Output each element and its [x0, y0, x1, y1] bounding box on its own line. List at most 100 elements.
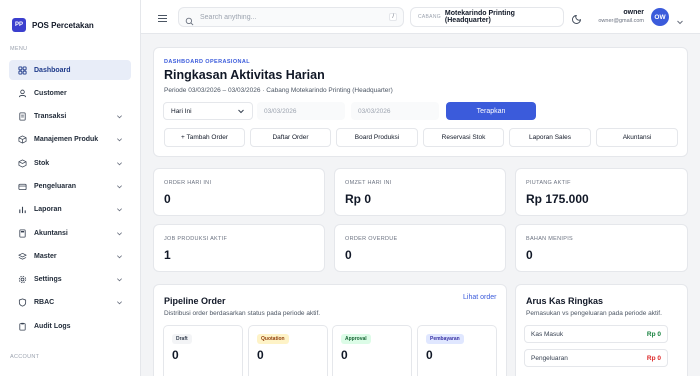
receipt-icon: [17, 112, 27, 122]
menu-section-label: MENU: [10, 46, 28, 52]
brand[interactable]: PP POS Percetakan: [0, 0, 140, 36]
stock-reservation-button[interactable]: Reservasi Stok: [423, 128, 504, 147]
range-select-value: Hari Ini: [171, 107, 192, 115]
production-board-button[interactable]: Board Produksi: [336, 128, 418, 147]
chevron-down-icon: [115, 252, 123, 260]
sidebar-item-label: Dashboard: [34, 66, 71, 74]
stat-value: 0: [164, 192, 171, 206]
order-list-button[interactable]: Daftar Order: [250, 128, 331, 147]
user-info[interactable]: owner owner@gmail.com: [598, 9, 644, 24]
chevron-down-icon: [115, 276, 123, 284]
brand-name: POS Percetakan: [32, 20, 94, 30]
pipeline-status-draft[interactable]: Draft 0: [163, 325, 243, 376]
cash-row-label: Kas Masuk: [531, 330, 564, 338]
sidebar-item-rbac[interactable]: RBAC: [9, 293, 131, 313]
status-count: 0: [257, 348, 264, 362]
user-icon: [17, 88, 27, 98]
sidebar-item-label: Stok: [34, 159, 50, 167]
sidebar-nav: Dashboard Customer Transaksi Manajemen P…: [0, 60, 140, 336]
sidebar-item-audit-logs[interactable]: Audit Logs: [9, 316, 131, 336]
pipeline-status-payment[interactable]: Pembayaran 0: [417, 325, 497, 376]
chevron-down-icon[interactable]: [676, 13, 684, 25]
sidebar-item-label: Settings: [34, 276, 62, 284]
sidebar-item-label: Master: [34, 252, 57, 260]
search-input[interactable]: [200, 13, 390, 21]
sidebar-item-customer[interactable]: Customer: [9, 83, 131, 103]
stat-label: ORDER HARI INI: [164, 180, 212, 186]
wallet-icon: [17, 181, 27, 191]
view-orders-link[interactable]: Lihat order: [463, 294, 496, 301]
search-shortcut-hint: /: [389, 13, 397, 21]
stat-value: 1: [164, 248, 171, 262]
grid-icon: [17, 65, 27, 75]
stat-label: BAHAN MENIPIS: [526, 236, 573, 242]
user-email: owner@gmail.com: [598, 18, 644, 24]
sidebar-item-label: Audit Logs: [34, 322, 71, 330]
stat-card-overdue-orders: ORDER OVERDUE 0: [334, 224, 506, 272]
stat-label: ORDER OVERDUE: [345, 236, 398, 242]
stat-label: OMZET HARI INI: [345, 180, 392, 186]
menu-toggle-icon[interactable]: [157, 11, 168, 22]
cash-row-label: Pengeluaran: [531, 354, 568, 362]
calculator-icon: [17, 228, 27, 238]
sidebar-item-pengeluaran[interactable]: Pengeluaran: [9, 176, 131, 196]
sales-report-button[interactable]: Laporan Sales: [509, 128, 591, 147]
stat-card-receivables: PIUTANG AKTIF Rp 175.000: [515, 168, 688, 216]
status-badge: Approval: [341, 334, 371, 344]
account-section-label: ACCOUNT: [10, 354, 40, 360]
sidebar-item-master[interactable]: Master: [9, 246, 131, 266]
status-badge: Pembayaran: [426, 334, 464, 344]
stat-value: Rp 175.000: [526, 192, 589, 206]
cash-row-value: Rp 0: [646, 330, 661, 338]
branch-selector[interactable]: CABANG Motekarindo Printing (Headquarter…: [410, 7, 564, 27]
date-to-input[interactable]: 03/03/2026: [351, 102, 439, 120]
user-name: owner: [623, 9, 644, 16]
status-count: 0: [426, 348, 433, 362]
sidebar-item-settings[interactable]: Settings: [9, 270, 131, 290]
sidebar-item-label: Laporan: [34, 206, 62, 214]
chevron-down-icon: [115, 113, 123, 121]
chevron-down-icon: [115, 136, 123, 144]
stat-label: PIUTANG AKTIF: [526, 180, 571, 186]
search-bar: /: [178, 7, 404, 27]
pipeline-subtitle: Distribusi order berdasarkan status pada…: [164, 310, 321, 317]
chevron-down-icon: [115, 229, 123, 237]
chevron-down-icon: [115, 299, 123, 307]
pipeline-status-approval[interactable]: Approval 0: [332, 325, 412, 376]
range-select[interactable]: Hari Ini: [163, 102, 253, 120]
shield-icon: [17, 298, 27, 308]
layers-icon: [17, 251, 27, 261]
add-order-button[interactable]: + Tambah Order: [164, 128, 245, 147]
sidebar-item-laporan[interactable]: Laporan: [9, 200, 131, 220]
cash-row-value: Rp 0: [646, 354, 661, 362]
cashflow-subtitle: Pemasukan vs pengeluaran pada periode ak…: [526, 310, 662, 317]
page-eyebrow: DASHBOARD OPERASIONAL: [164, 59, 251, 65]
sidebar-item-dashboard[interactable]: Dashboard: [9, 60, 131, 80]
sidebar-item-transaksi[interactable]: Transaksi: [9, 107, 131, 127]
chevron-down-icon: [115, 159, 123, 167]
sidebar-item-akuntansi[interactable]: Akuntansi: [9, 223, 131, 243]
sidebar-item-stok[interactable]: Stok: [9, 153, 131, 173]
status-badge: Quotation: [257, 334, 289, 344]
branch-value: Motekarindo Printing (Headquarter): [444, 10, 515, 24]
sidebar-item-label: RBAC: [34, 299, 55, 307]
date-from-input[interactable]: 03/03/2026: [257, 102, 345, 120]
status-count: 0: [172, 348, 179, 362]
chevron-down-icon: [115, 206, 123, 214]
avatar[interactable]: OW: [651, 8, 669, 26]
branch-label: CABANG: [418, 14, 441, 20]
accounting-button[interactable]: Akuntansi: [596, 128, 678, 147]
stat-label: JOB PRODUKSI AKTIF: [164, 236, 228, 242]
stat-card-production-jobs: JOB PRODUKSI AKTIF 1: [153, 224, 325, 272]
stat-value: 0: [526, 248, 533, 262]
pipeline-status-quotation[interactable]: Quotation 0: [248, 325, 328, 376]
sidebar-item-label: Transaksi: [34, 113, 67, 121]
moon-icon[interactable]: [572, 11, 583, 24]
apply-button[interactable]: Terapkan: [446, 102, 536, 120]
cashflow-title: Arus Kas Ringkas: [526, 296, 604, 306]
pipeline-title: Pipeline Order: [164, 296, 226, 306]
page-title: Ringkasan Aktivitas Harian: [164, 68, 325, 82]
status-count: 0: [341, 348, 348, 362]
sidebar-item-manajemen-produk[interactable]: Manajemen Produk: [9, 130, 131, 150]
stat-card-revenue-today: OMZET HARI INI Rp 0: [334, 168, 506, 216]
